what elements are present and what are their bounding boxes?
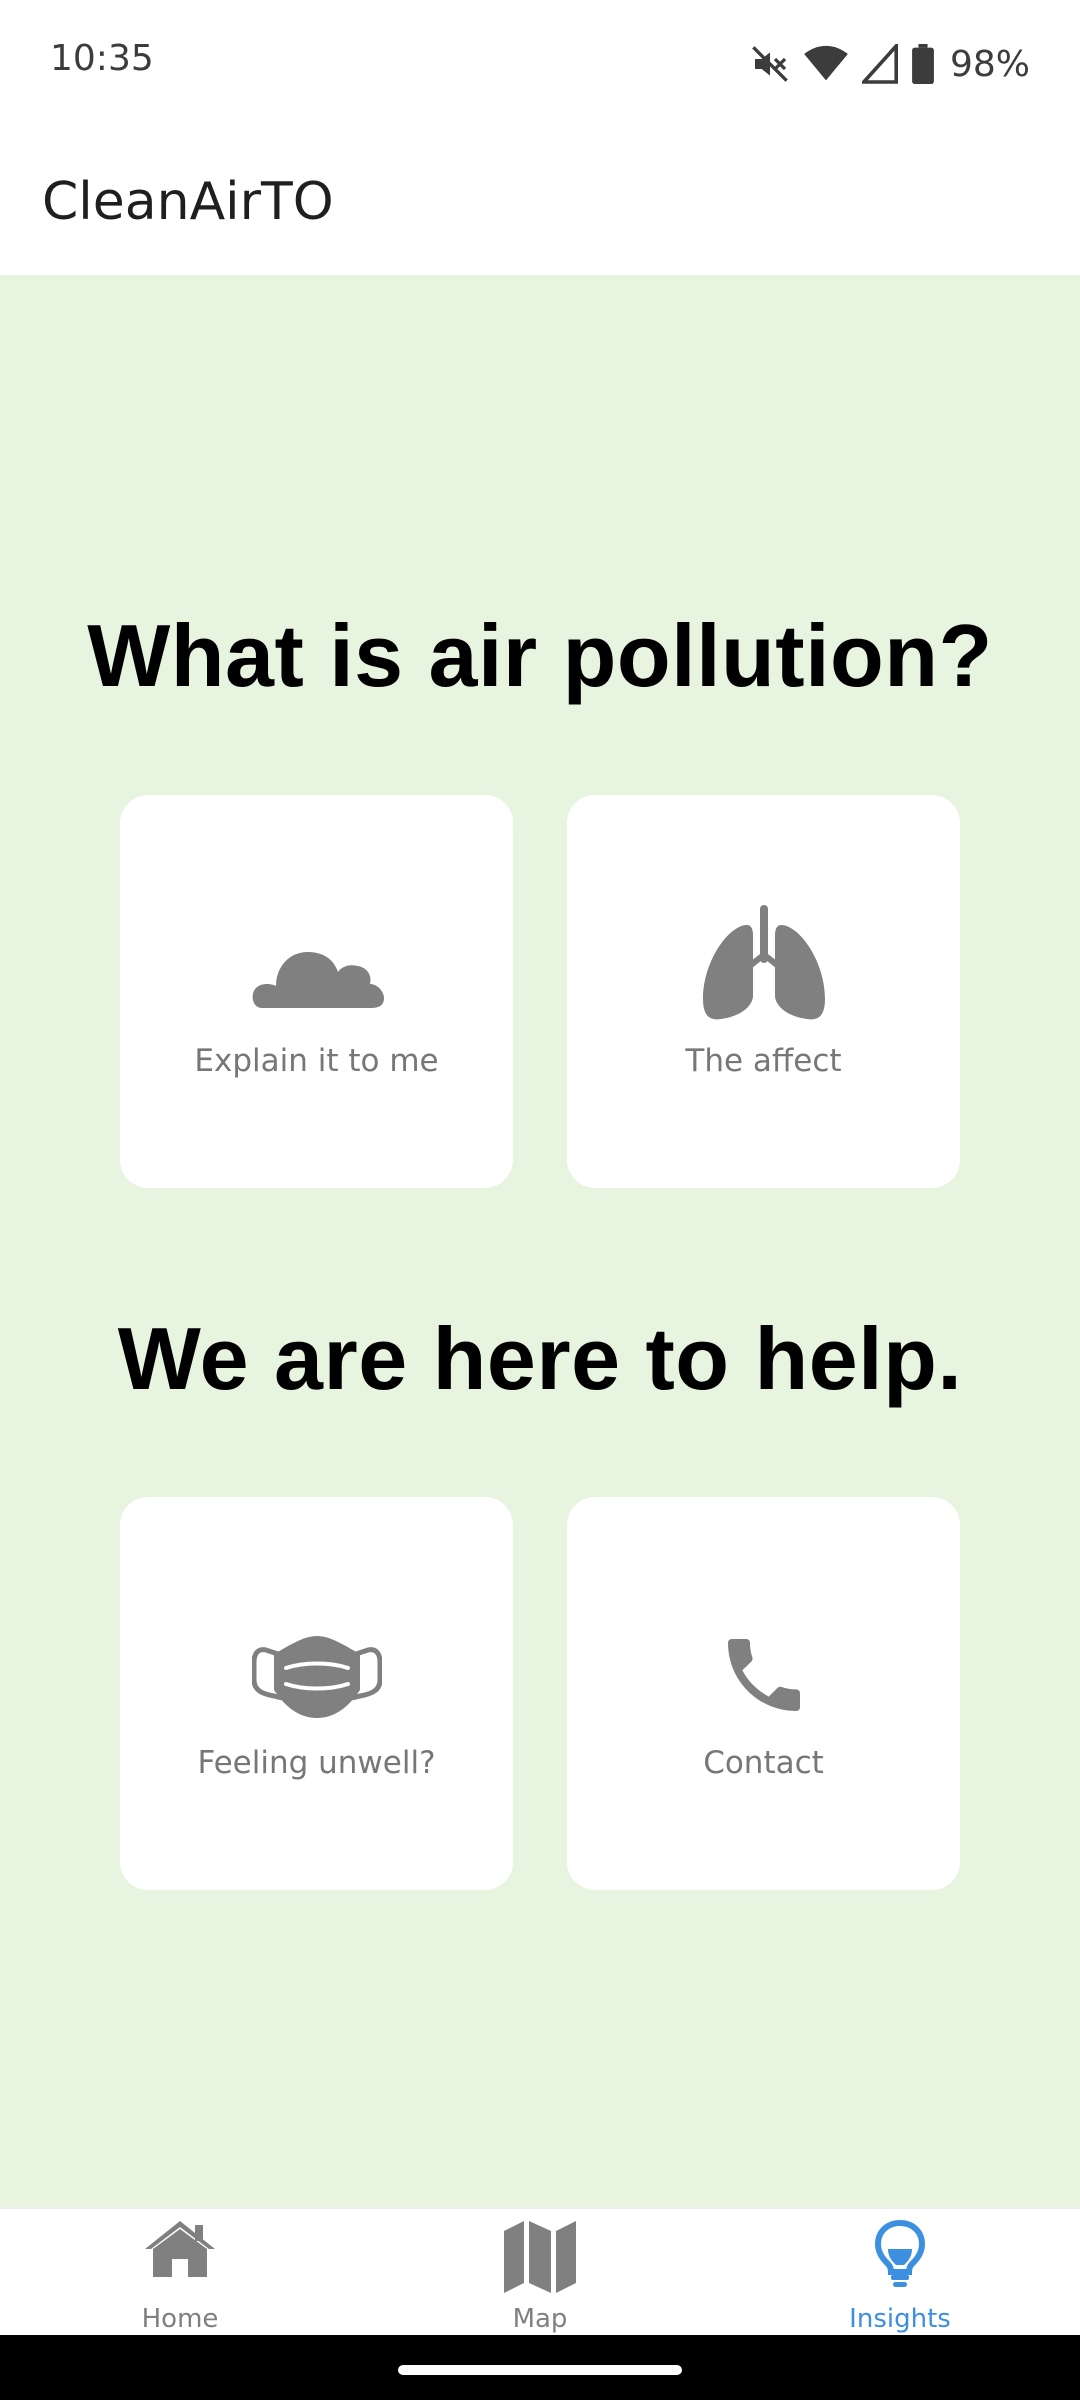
nav-home[interactable]: Home xyxy=(0,2209,360,2337)
signal-icon xyxy=(861,44,898,84)
map-icon xyxy=(360,2219,720,2295)
lungs-icon xyxy=(567,905,960,1021)
status-icons: 98% xyxy=(750,36,1030,92)
insights-content: What is air pollution? Explain it to me … xyxy=(0,275,1080,2207)
the-affect-label: The affect xyxy=(685,1043,842,1079)
section-heading-help: We are here to help. xyxy=(117,1309,963,1408)
app-bar: CleanAirTO xyxy=(0,128,1080,275)
nav-map-label: Map xyxy=(512,2304,568,2334)
face-mask-icon xyxy=(120,1632,513,1722)
feeling-unwell-label: Feeling unwell? xyxy=(197,1745,436,1781)
mute-icon xyxy=(750,44,790,84)
contact-card[interactable]: Contact xyxy=(567,1497,960,1890)
nav-home-label: Home xyxy=(141,2304,219,2334)
wifi-icon xyxy=(804,44,848,84)
contact-label: Contact xyxy=(703,1745,824,1781)
bottom-navigation: Home Map Insights xyxy=(0,2207,1080,2337)
status-time: 10:35 xyxy=(50,38,154,79)
system-gesture-bar xyxy=(0,2335,1080,2400)
explain-it-label: Explain it to me xyxy=(194,1043,439,1079)
status-bar: 10:35 98% xyxy=(0,0,1080,128)
phone-icon xyxy=(567,1627,960,1723)
nav-map[interactable]: Map xyxy=(360,2209,720,2337)
app-screen: 10:35 98% CleanAirTO What is air polluti… xyxy=(0,0,1080,2400)
gesture-handle[interactable] xyxy=(398,2365,682,2375)
the-affect-card[interactable]: The affect xyxy=(567,795,960,1188)
home-icon xyxy=(0,2219,360,2279)
explain-it-card[interactable]: Explain it to me xyxy=(120,795,513,1188)
section-heading-air-pollution: What is air pollution? xyxy=(87,606,993,705)
feeling-unwell-card[interactable]: Feeling unwell? xyxy=(120,1497,513,1890)
battery-percentage: 98% xyxy=(949,43,1030,85)
nav-insights[interactable]: Insights xyxy=(720,2209,1080,2337)
app-title: CleanAirTO xyxy=(42,172,334,232)
lightbulb-icon xyxy=(720,2219,1080,2289)
cloud-icon xyxy=(120,930,513,1010)
nav-insights-label: Insights xyxy=(849,2304,951,2334)
battery-icon xyxy=(912,44,934,84)
